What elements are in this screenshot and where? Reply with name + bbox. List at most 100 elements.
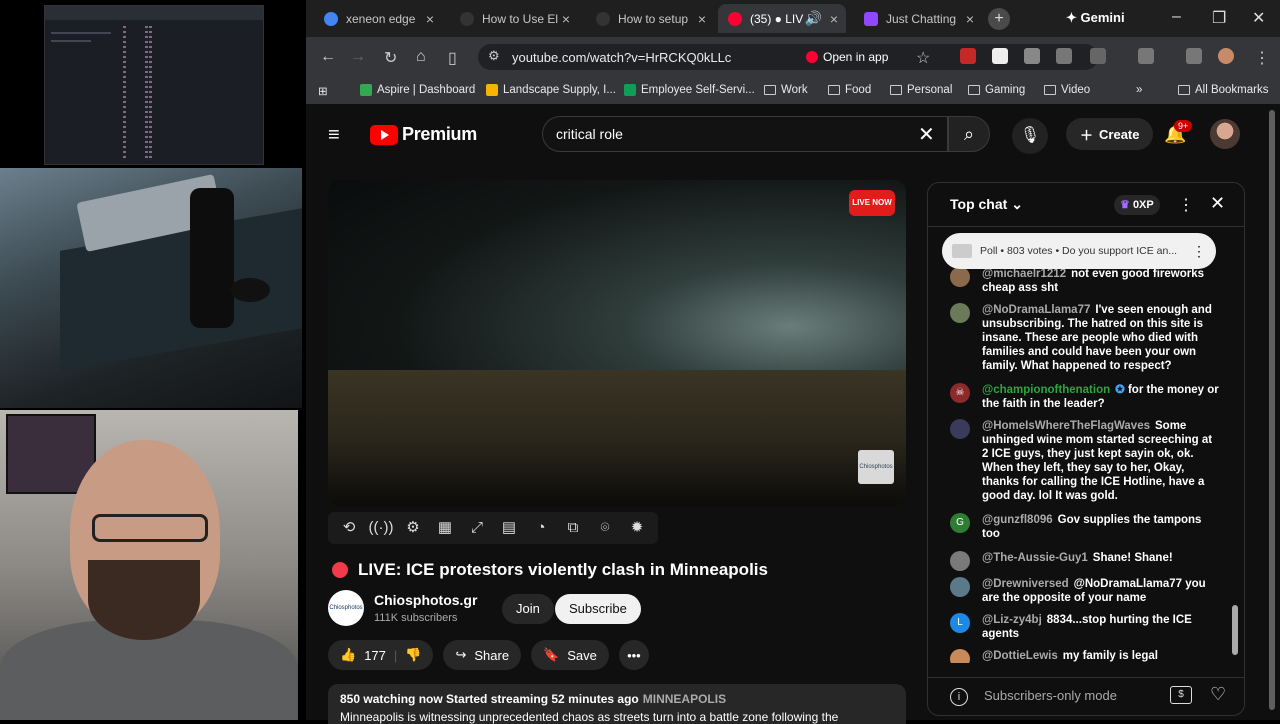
create-button[interactable]: ＋ Create — [1066, 118, 1154, 150]
description-box[interactable]: 850 watching now Started streaming 52 mi… — [328, 684, 906, 724]
gear-icon[interactable]: ✹ — [624, 517, 650, 539]
chat-avatar[interactable]: ☠ — [950, 383, 970, 403]
close-icon[interactable]: × — [830, 11, 838, 27]
chat-avatar[interactable]: L — [950, 613, 970, 633]
bookmark-folder-video[interactable]: Video — [1044, 84, 1090, 96]
chat-avatar[interactable] — [950, 551, 970, 571]
bookmark-landscape[interactable]: Landscape Supply, I... — [486, 84, 616, 96]
close-icon[interactable]: × — [698, 11, 706, 27]
close-icon[interactable]: × — [966, 11, 974, 27]
youtube-logo[interactable]: Premium — [370, 124, 477, 145]
close-icon[interactable]: × — [426, 11, 434, 27]
dislike-icon[interactable]: 👎 — [405, 647, 421, 663]
subscribe-button[interactable]: Subscribe — [555, 594, 641, 624]
picture-in-picture-icon[interactable]: ⧉ — [560, 517, 586, 539]
bookmark-folder-work[interactable]: Work — [764, 84, 808, 96]
home-icon[interactable]: ⌂ — [416, 48, 426, 66]
loop-icon[interactable]: ⟲ — [336, 517, 362, 539]
bookmark-folder-personal[interactable]: Personal — [890, 84, 952, 96]
chat-avatar[interactable] — [950, 303, 970, 323]
extension-icon[interactable] — [1056, 48, 1072, 64]
window-close-icon[interactable]: ✕ — [1252, 8, 1265, 28]
super-chat-icon[interactable]: $ — [1170, 686, 1192, 704]
channel-name[interactable]: Chiosphotos.gr — [374, 592, 477, 608]
chat-avatar[interactable] — [950, 419, 970, 439]
bookmark-folder-gaming[interactable]: Gaming — [968, 84, 1025, 96]
url-text[interactable]: youtube.com/watch?v=HrRCKQ0kLLc — [512, 50, 731, 65]
media-control-icon[interactable] — [1186, 48, 1202, 64]
account-avatar[interactable] — [1210, 119, 1240, 149]
tab-youtube-live[interactable]: (35) ● LIV 🔊 × — [718, 4, 846, 33]
reload-icon[interactable]: ↻ — [384, 48, 397, 68]
chat-scrollbar[interactable] — [1232, 233, 1238, 667]
channel-avatar[interactable]: Chiosphotos — [328, 590, 364, 626]
extension-icon[interactable] — [960, 48, 976, 64]
chat-message: @Drewniversed @NoDramaLlama77 you are the… — [950, 577, 1220, 605]
minimize-icon[interactable]: – — [1172, 8, 1181, 26]
location-tag[interactable]: MINNEAPOLIS — [643, 692, 726, 706]
poll-more-icon[interactable]: ⋮ — [1192, 243, 1206, 260]
more-actions-button[interactable]: ••• — [618, 640, 649, 670]
split-view-icon[interactable]: ▯ — [448, 48, 457, 68]
extension-icon[interactable] — [1024, 48, 1040, 64]
speaker-icon[interactable]: 🔊 — [805, 10, 822, 27]
extension-icon[interactable] — [992, 48, 1008, 64]
share-button[interactable]: ↪ Share — [443, 640, 522, 670]
tab-how-to-use[interactable]: How to Use El × — [450, 4, 578, 33]
poll-banner[interactable]: Poll • 803 votes • Do you support ICE an… — [942, 233, 1216, 269]
heart-icon[interactable]: ♡ — [1210, 684, 1226, 705]
bookmark-employee[interactable]: Employee Self-Servi... — [624, 84, 755, 96]
filmstrip-icon[interactable]: ▤ — [496, 517, 522, 539]
chat-mode-dropdown[interactable]: Top chat ⌄ — [950, 196, 1023, 213]
tab-how-to-setup[interactable]: How to setup × — [586, 4, 714, 33]
hamburger-menu-icon[interactable]: ≡ — [328, 124, 346, 147]
audio-boost-icon[interactable]: ((·)) — [368, 517, 394, 539]
search-value[interactable]: critical role — [556, 126, 623, 142]
chat-more-icon[interactable]: ⋮ — [1178, 195, 1194, 215]
tab-just-chatting[interactable]: Just Chatting × — [854, 4, 982, 33]
clear-search-icon[interactable]: ✕ — [918, 122, 935, 147]
profile-avatar[interactable] — [1218, 48, 1234, 64]
chevron-right-icon[interactable]: » — [1136, 84, 1142, 96]
bookmark-folder-food[interactable]: Food — [828, 84, 871, 96]
settings-eye-icon[interactable]: ⚙ — [400, 517, 426, 539]
page-scroll-thumb[interactable] — [1269, 110, 1275, 710]
apps-grid-icon[interactable]: ⊞ — [318, 84, 328, 98]
like-icon[interactable]: 👍 — [340, 647, 356, 663]
chat-avatar[interactable] — [950, 267, 970, 287]
video-player[interactable] — [328, 180, 906, 506]
chat-avatar[interactable] — [950, 577, 970, 597]
back-icon[interactable]: ← — [320, 48, 336, 66]
bookmark-aspire[interactable]: Aspire | Dashboard — [360, 84, 475, 96]
open-in-app-button[interactable]: Open in app — [806, 48, 888, 66]
like-count[interactable]: 177 — [364, 648, 386, 663]
chat-avatar[interactable]: G — [950, 513, 970, 533]
info-icon[interactable]: i — [950, 688, 968, 706]
extensions-puzzle-icon[interactable] — [1090, 48, 1106, 64]
search-button[interactable]: ⌕ — [948, 116, 990, 152]
xp-badge[interactable]: ♛ 0XP — [1114, 195, 1160, 215]
star-icon[interactable]: ☆ — [916, 48, 930, 68]
screenshot-icon[interactable]: ⌾ — [592, 517, 618, 539]
close-chat-icon[interactable]: ✕ — [1210, 193, 1225, 214]
forward-icon[interactable]: → — [350, 48, 366, 66]
bookmark-folder-all[interactable]: All Bookmarks — [1178, 84, 1269, 96]
resize-icon[interactable]: ⤢ — [464, 517, 490, 539]
page-scrollbar[interactable] — [1268, 104, 1276, 720]
reading-list-icon[interactable] — [1138, 48, 1154, 64]
speed-icon[interactable]: ◔ — [528, 517, 554, 539]
channel-watermark[interactable]: Chiosphotos — [858, 450, 894, 484]
cinema-mode-icon[interactable]: ▦ — [432, 517, 458, 539]
join-button[interactable]: Join — [502, 594, 554, 624]
close-icon[interactable]: × — [562, 11, 570, 27]
new-tab-button[interactable]: + — [988, 8, 1010, 30]
menu-kebab-icon[interactable]: ⋮ — [1254, 48, 1270, 68]
voice-search-button[interactable]: 🎙 — [1012, 118, 1048, 154]
save-button[interactable]: 🔖 Save — [531, 640, 609, 670]
chat-avatar[interactable] — [950, 649, 970, 663]
chat-scroll-thumb[interactable] — [1232, 605, 1238, 655]
gemini-button[interactable]: ✦ Gemini — [1066, 10, 1125, 26]
site-settings-icon[interactable]: ⚙ — [488, 48, 500, 64]
maximize-icon[interactable]: ❐ — [1212, 8, 1226, 28]
tab-xeneon[interactable]: xeneon edge × — [314, 4, 442, 33]
